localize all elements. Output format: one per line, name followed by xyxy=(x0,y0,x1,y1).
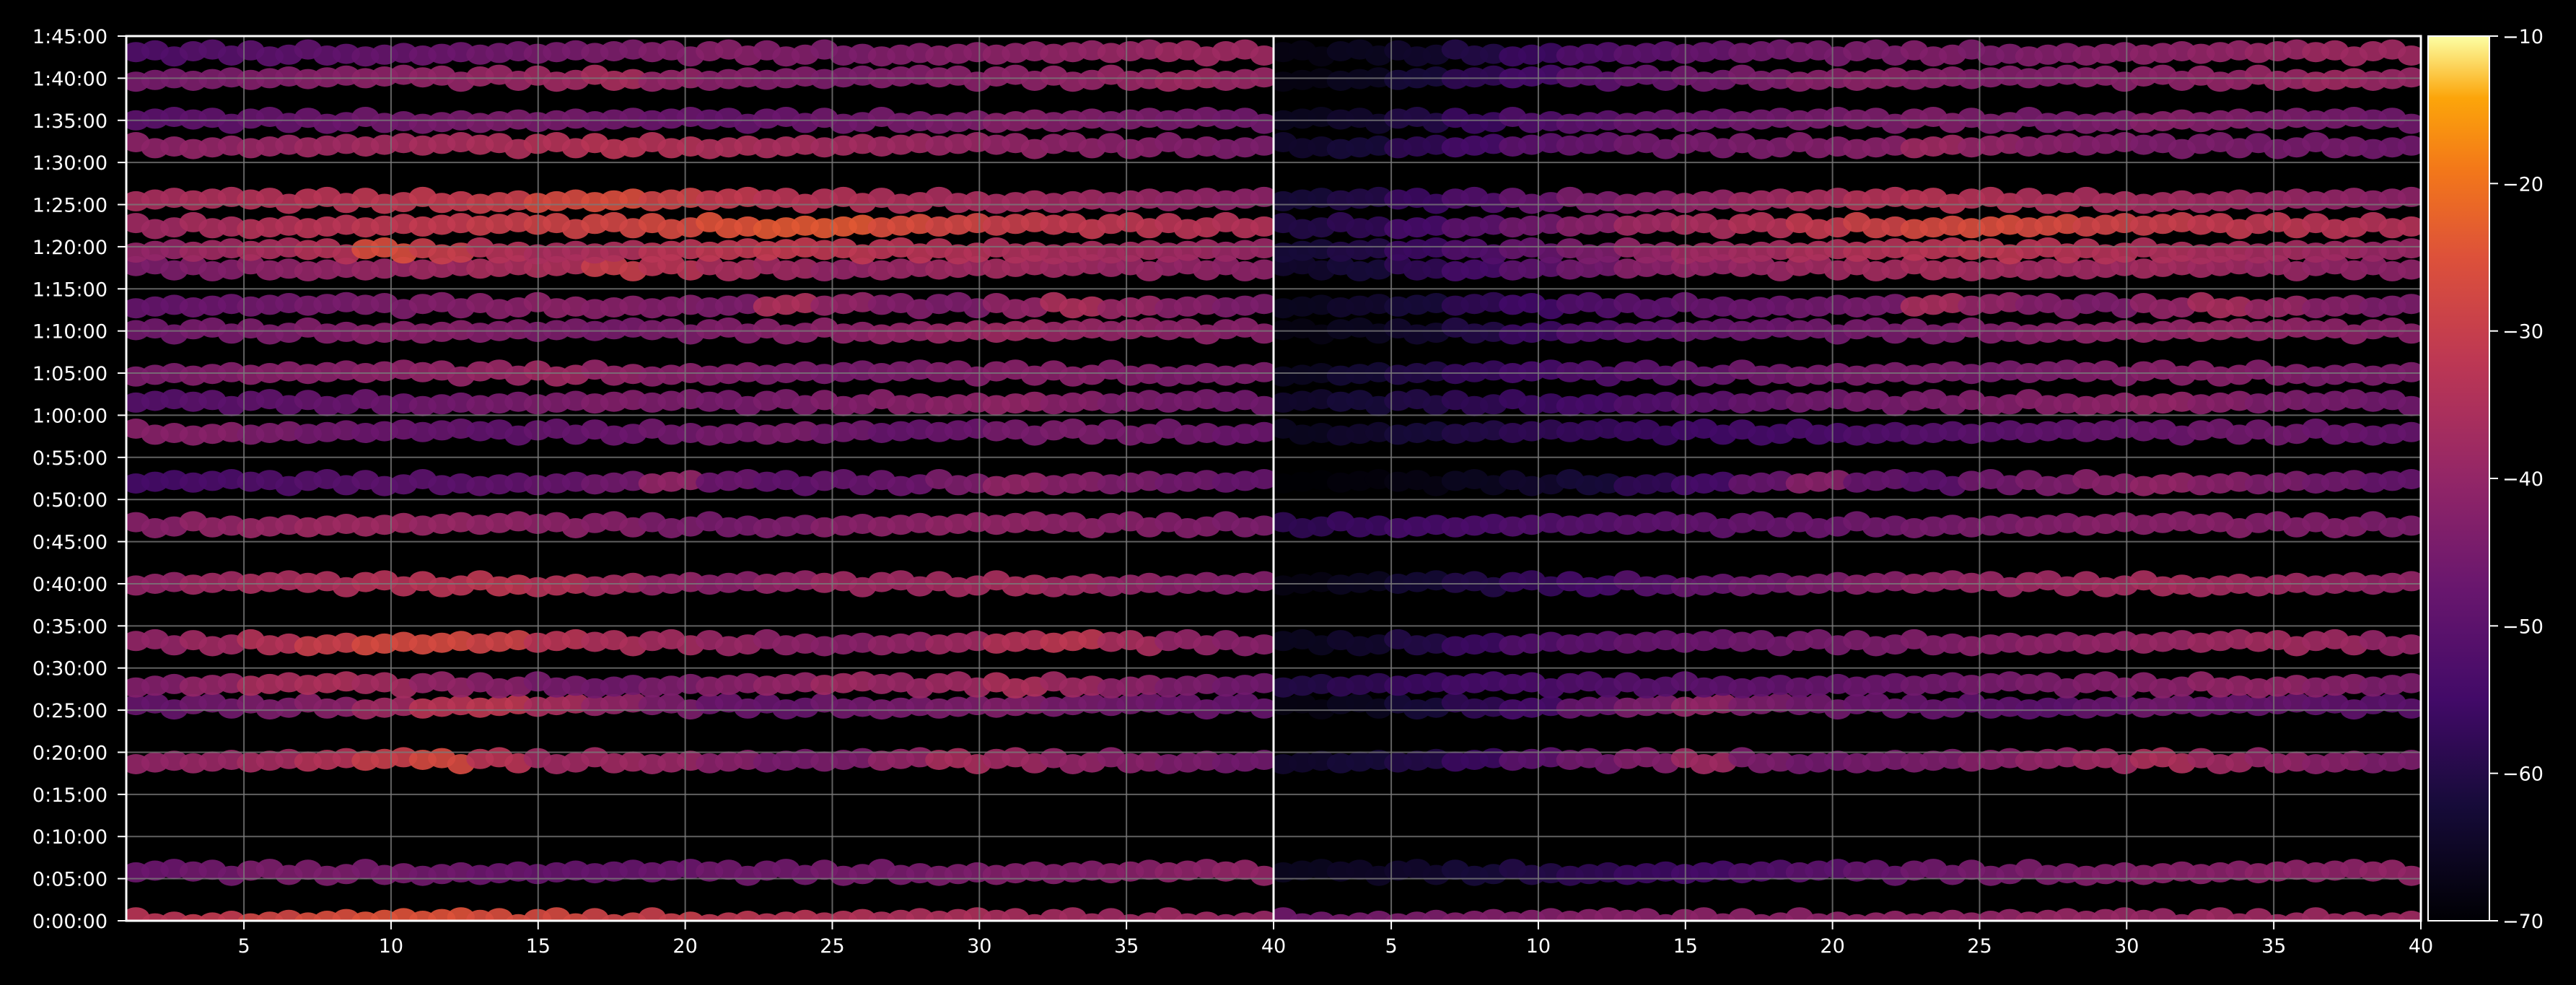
y-tick-label: 0:05:00 xyxy=(32,869,108,891)
x-tick-label: 5 xyxy=(237,935,250,958)
colorbar-tick-label: −20 xyxy=(2502,173,2544,196)
y-tick-label: 0:45:00 xyxy=(32,532,108,554)
y-tick-label: 0:30:00 xyxy=(32,658,108,680)
y-tick-label: 0:25:00 xyxy=(32,700,108,722)
x-tick-label: 15 xyxy=(1673,935,1698,958)
y-tick-label: 1:15:00 xyxy=(32,279,108,301)
colorbar-tick-label: −70 xyxy=(2502,911,2544,933)
x-tick-label: 30 xyxy=(967,935,991,958)
y-tick-label: 0:55:00 xyxy=(32,447,108,470)
colorbar-tick-label: −30 xyxy=(2502,321,2544,343)
colorbar-tick-label: −10 xyxy=(2502,26,2544,48)
x-tick-label: 25 xyxy=(820,935,844,958)
y-tick-label: 1:30:00 xyxy=(32,152,108,175)
colorbar-tick-label: −40 xyxy=(2502,468,2544,491)
x-tick-label: 10 xyxy=(1526,935,1551,958)
x-tick-label: 35 xyxy=(2261,935,2286,958)
x-tick-label: 30 xyxy=(2114,935,2139,958)
y-tick-label: 1:35:00 xyxy=(32,110,108,133)
y-tick-label: 0:40:00 xyxy=(32,574,108,596)
x-tick-label: 10 xyxy=(379,935,403,958)
colorbar-tick-label: −50 xyxy=(2502,616,2544,638)
y-tick-label: 1:05:00 xyxy=(32,363,108,385)
x-tick-label: 40 xyxy=(2409,935,2433,958)
y-tick-label: 1:25:00 xyxy=(32,195,108,217)
y-tick-label: 0:35:00 xyxy=(32,616,108,638)
y-tick-label: 1:20:00 xyxy=(32,237,108,259)
y-tick-label: 0:00:00 xyxy=(32,911,108,933)
x-tick-label: 35 xyxy=(1114,935,1139,958)
x-tick-label: 20 xyxy=(673,935,697,958)
y-tick-label: 1:45:00 xyxy=(32,26,108,48)
x-tick-label: 25 xyxy=(1967,935,1992,958)
colorbar-tick-label: −60 xyxy=(2502,763,2544,786)
heatmap-chart: 0:00:00 0:05:00 0:10:00 0:15:00 0:20:00 0:25:… xyxy=(0,0,2576,985)
x-tick-label: 40 xyxy=(1261,935,1286,958)
y-tick-label: 0:20:00 xyxy=(32,742,108,764)
y-tick-label: 1:40:00 xyxy=(32,68,108,90)
colorbar xyxy=(2427,35,2490,921)
y-tick-label: 0:15:00 xyxy=(32,784,108,807)
y-tick-label: 1:10:00 xyxy=(32,321,108,343)
x-tick-label: 20 xyxy=(1820,935,1844,958)
y-tick-label: 1:00:00 xyxy=(32,405,108,427)
x-tick-label: 15 xyxy=(526,935,551,958)
y-tick-label: 0:50:00 xyxy=(32,489,108,512)
y-tick-label: 0:10:00 xyxy=(32,826,108,849)
x-tick-label: 5 xyxy=(1385,935,1397,958)
